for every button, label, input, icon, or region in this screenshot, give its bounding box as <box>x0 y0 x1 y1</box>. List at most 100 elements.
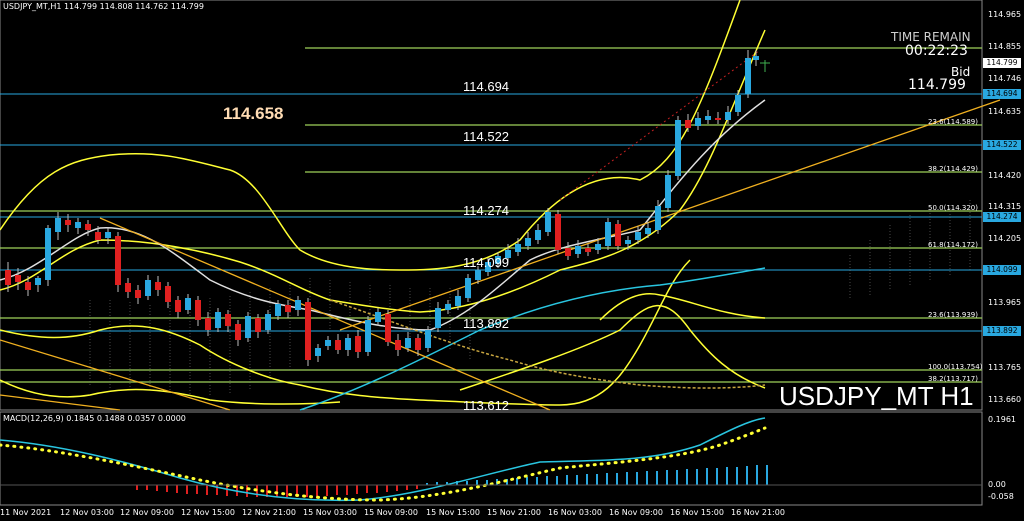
level-label: 113.612 <box>463 398 510 413</box>
candle-body <box>345 338 351 350</box>
macd-bar <box>686 469 688 485</box>
candle-body <box>95 232 101 240</box>
candle-body <box>715 118 721 120</box>
candle-body <box>545 212 551 232</box>
candle-body <box>655 206 661 230</box>
macd-bar <box>586 474 588 485</box>
macd-bar <box>156 485 158 491</box>
macd-bar <box>196 485 198 494</box>
macd-axis-label: -0.058 <box>988 492 1014 501</box>
macd-bar <box>706 468 708 485</box>
macd-bar <box>276 485 278 497</box>
macd-bar <box>646 471 648 485</box>
macd-bar <box>666 470 668 485</box>
fib-label: 61.8(114.172) <box>928 241 978 249</box>
macd-bar <box>746 466 748 485</box>
macd-bar <box>406 485 408 490</box>
fib-label: 50.0(114.320) <box>928 204 978 212</box>
candle-body <box>175 300 181 312</box>
level-label: 114.099 <box>463 255 510 270</box>
macd-bar <box>716 468 718 485</box>
candle-body <box>195 300 201 320</box>
macd-bar <box>696 469 698 485</box>
time-axis-label: 15 Nov 21:00 <box>487 508 541 517</box>
time-axis-label: 12 Nov 15:00 <box>181 508 235 517</box>
fib-label: 38.2(114.429) <box>928 165 978 173</box>
level-price-tag: 114.694 <box>983 89 1021 99</box>
level-label: 113.892 <box>463 316 510 331</box>
candle-body <box>85 224 91 230</box>
candle-body <box>535 230 541 240</box>
time-axis-label: 12 Nov 09:00 <box>120 508 174 517</box>
price-axis-label: 113.965 <box>988 298 1022 307</box>
candle-body <box>75 222 81 228</box>
candle-body <box>735 95 741 112</box>
candle-body <box>565 248 571 256</box>
time-axis-label: 16 Nov 15:00 <box>670 508 724 517</box>
macd-bar <box>326 485 328 496</box>
macd-bar <box>416 485 418 489</box>
price-chart[interactable] <box>0 0 1024 521</box>
macd-bar <box>366 485 368 493</box>
macd-bar <box>176 485 178 493</box>
candle-body <box>405 338 411 348</box>
moving-averages <box>0 99 766 411</box>
candle-body <box>555 214 561 250</box>
macd-bar <box>186 485 188 494</box>
macd-bar <box>396 485 398 491</box>
macd-bar <box>526 477 528 485</box>
macd-label: MACD(12,26,9) 0.1845 0.1488 0.0357 0.000… <box>3 414 186 423</box>
macd-bar <box>766 465 768 485</box>
candle-body <box>425 330 431 348</box>
candle-body <box>525 238 531 246</box>
candle-body <box>675 120 681 176</box>
time-remain-value: 00:22:23 <box>905 43 968 59</box>
macd-bar <box>246 485 248 497</box>
candle-body <box>475 270 481 280</box>
candle-body <box>605 222 611 246</box>
price-axis-label: 114.855 <box>988 42 1022 51</box>
macd-bar <box>726 467 728 485</box>
candle-body <box>515 244 521 252</box>
time-axis-label: 12 Nov 21:00 <box>242 508 296 517</box>
macd-bar <box>596 474 598 485</box>
macd-bar <box>676 470 678 485</box>
candle-body <box>105 232 111 238</box>
macd-bar <box>286 485 288 497</box>
macd-bar <box>146 485 148 490</box>
level-price-tag: 114.522 <box>983 140 1021 150</box>
candle-body <box>385 314 391 342</box>
macd-bar <box>486 480 488 485</box>
candle-body <box>45 228 51 280</box>
candle-body <box>435 308 441 328</box>
candle-body <box>615 224 621 246</box>
candle-body <box>245 316 251 338</box>
macd-bar <box>466 481 468 485</box>
macd-bar <box>556 476 558 485</box>
fib-label: 23.6(114.589) <box>928 118 978 126</box>
macd-bar <box>166 485 168 492</box>
time-axis-label: 15 Nov 15:00 <box>426 508 480 517</box>
macd-bar <box>566 475 568 485</box>
macd-signal-line <box>0 426 767 502</box>
macd-bar <box>136 485 138 490</box>
fib-label: 38.2(113.717) <box>928 375 978 383</box>
macd-bar <box>606 473 608 485</box>
candle-body <box>155 282 161 290</box>
candle-body <box>365 320 371 352</box>
price-axis-label: 114.315 <box>988 202 1022 211</box>
candle-body <box>275 304 281 316</box>
macd-axis-label: 0.1961 <box>988 415 1016 424</box>
candle-body <box>705 116 711 120</box>
macd-bar <box>736 467 738 485</box>
price-axis-label: 114.420 <box>988 171 1022 180</box>
macd-axis-label: 0.00 <box>988 480 1006 489</box>
macd-bar <box>376 485 378 493</box>
macd-bar <box>356 485 358 494</box>
candle-body <box>595 244 601 250</box>
candle-body <box>235 324 241 340</box>
candle-body <box>645 228 651 234</box>
candle-body <box>145 280 151 296</box>
level-price-tag: 114.274 <box>983 212 1021 222</box>
macd-bar <box>576 475 578 485</box>
